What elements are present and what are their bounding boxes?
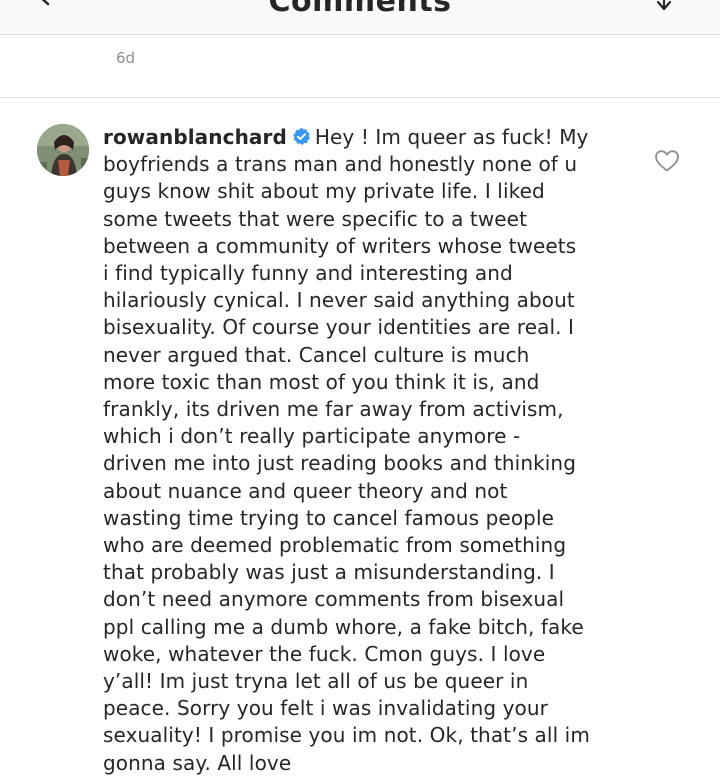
comment-first-line: rowanblanchard Hey ! Im queer as fuck! My [103, 124, 643, 151]
comment-text-line: peace. Sorry you felt i was invalidating… [103, 696, 548, 721]
comment-text-line: guys know shit about my private life. I … [103, 179, 545, 204]
comment-text-line: wasting time trying to cancel famous peo… [103, 505, 555, 530]
comment-item: rowanblanchard Hey ! Im queer as fuck! My… [0, 98, 720, 776]
comments-screen: Comments 6d rowanblanchard Hey ! Im queer… [0, 0, 720, 776]
heart-outline-icon[interactable] [654, 149, 680, 173]
comment-text-line: never argued that. Cancel culture is muc… [103, 342, 530, 367]
send-icon[interactable] [652, 0, 676, 12]
profile-photo [37, 124, 89, 176]
comment-text-line: some tweets that were specific to a twee… [103, 206, 528, 231]
comment-text-line: don’t need anymore comments from bisexua… [103, 587, 565, 612]
comment-text-line: ppl calling me a dumb whore, a fake bitc… [103, 614, 584, 639]
comment-text-line: gonna say. All love [103, 750, 292, 775]
comment-text-line: who are deemed problematic from somethin… [103, 533, 567, 558]
page-title: Comments [268, 0, 452, 19]
comment-text-line: between a community of writers whose twe… [103, 233, 577, 258]
comment-text-line: about nuance and queer theory and not [103, 478, 508, 503]
top-nav-bar: Comments [0, 0, 720, 35]
verified-badge-icon [293, 127, 310, 145]
avatar[interactable] [37, 124, 89, 176]
comment-text-line: woke, whatever the fuck. Cmon guys. I lo… [103, 641, 546, 666]
comment-text-line: bisexuality. Of course your identities a… [103, 315, 575, 340]
comment-text-line: y’all! Im just tryna let all of us be qu… [103, 669, 529, 694]
previous-comment-footer: 6d [0, 35, 720, 98]
comment-text-line: frankly, its driven me far away from act… [103, 397, 564, 422]
comment-text-line: which i don’t really participate anymore… [103, 424, 521, 449]
comment-text-line: hilariously cynical. I never said anythi… [103, 288, 575, 313]
comment-text-line: i find typically funny and interesting a… [103, 261, 513, 286]
comment-timestamp: 6d [116, 49, 136, 67]
comment-text-line: Hey ! Im queer as fuck! My [314, 125, 589, 149]
comment-text-line: more toxic than most of you think it is,… [103, 369, 540, 394]
comment-text-line: driven me into just reading books and th… [103, 451, 577, 476]
comment-username[interactable]: rowanblanchard [103, 125, 287, 149]
comment-text-line: sexuality! I promise you im not. Ok, tha… [103, 723, 590, 748]
comment-text-line: that probably was just a misunderstandin… [103, 560, 555, 585]
comment-text-line: boyfriends a trans man and honestly none… [103, 152, 578, 177]
comment-body: rowanblanchard Hey ! Im queer as fuck! My… [103, 124, 643, 776]
